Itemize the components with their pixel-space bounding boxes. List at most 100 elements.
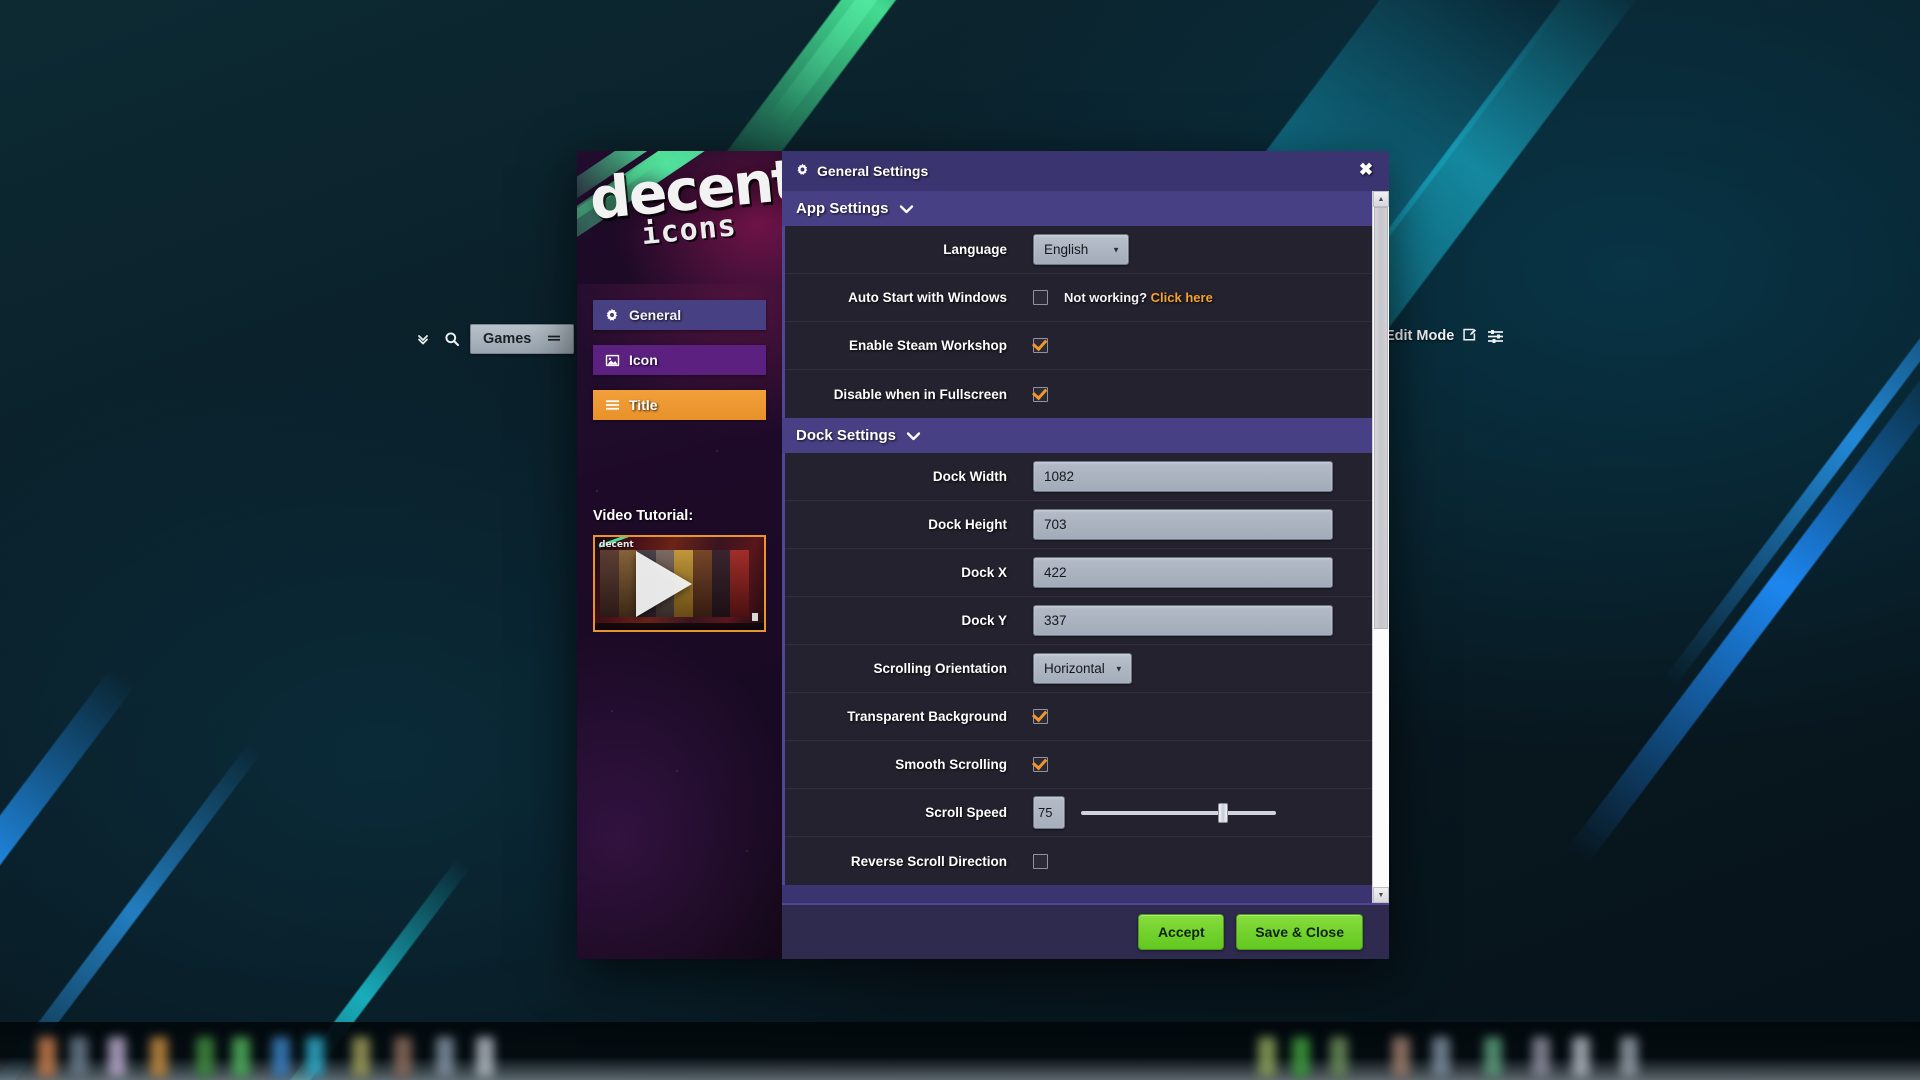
sidebar-nav: General Icon xyxy=(577,284,782,420)
setting-row-disable-fullscreen: Disable when in Fullscreen xyxy=(785,370,1372,418)
setting-control xyxy=(1033,387,1358,402)
setting-control xyxy=(1033,757,1358,772)
edit-pencil-icon xyxy=(1462,327,1477,346)
video-tutorial-section: Video Tutorial: decent xyxy=(593,508,766,632)
play-icon[interactable] xyxy=(636,551,692,617)
section-title: Dock Settings xyxy=(796,427,896,444)
image-icon xyxy=(604,352,620,368)
setting-row-steam-workshop: Enable Steam Workshop xyxy=(785,322,1372,370)
triangle-down-icon[interactable]: ▼ xyxy=(1373,887,1389,903)
chevron-down-icon[interactable] xyxy=(412,325,434,353)
setting-row-dock-x: Dock X xyxy=(785,549,1372,597)
video-thumb-corner-mark xyxy=(752,613,758,621)
setting-label: Reverse Scroll Direction xyxy=(785,854,1033,869)
setting-label: Language xyxy=(785,242,1033,257)
edit-mode-label: Edit Mode xyxy=(1385,328,1454,344)
auto-start-hint-link[interactable]: Click here xyxy=(1151,290,1213,305)
triangle-up-icon[interactable]: ▲ xyxy=(1373,191,1389,207)
sidebar-item-label: Title xyxy=(629,397,658,413)
setting-row-dock-y: Dock Y xyxy=(785,597,1372,645)
settings-scroll-area: App Settings Language Engli xyxy=(782,191,1389,903)
sidebar-item-general[interactable]: General xyxy=(593,300,766,330)
vertical-scrollbar[interactable]: ▲ ▼ xyxy=(1372,191,1389,903)
os-taskbar[interactable] xyxy=(0,1022,1920,1080)
slider-track xyxy=(1081,811,1276,815)
setting-label: Dock Y xyxy=(785,613,1033,628)
gear-icon xyxy=(796,163,809,179)
edit-mode-button[interactable]: Edit Mode xyxy=(1385,327,1477,346)
section-header-app-settings[interactable]: App Settings xyxy=(782,191,1372,226)
chevron-down-icon xyxy=(906,431,921,441)
search-icon[interactable] xyxy=(440,325,464,353)
dock-filter-dropdown[interactable]: Games xyxy=(470,324,574,354)
setting-control xyxy=(1033,796,1358,829)
chevron-down-icon xyxy=(899,204,914,214)
section-header-dock-settings[interactable]: Dock Settings xyxy=(782,418,1372,453)
setting-label: Auto Start with Windows xyxy=(785,290,1033,305)
video-tutorial-label: Video Tutorial: xyxy=(593,508,766,524)
setting-control xyxy=(1033,338,1358,353)
video-thumb-taskbar xyxy=(595,623,764,630)
enable-steam-workshop-checkbox[interactable] xyxy=(1033,338,1048,353)
scrolling-orientation-select[interactable]: Horizontal xyxy=(1033,653,1132,684)
scroll-speed-input[interactable] xyxy=(1033,796,1065,829)
reverse-scroll-direction-checkbox[interactable] xyxy=(1033,854,1048,869)
save-and-close-button[interactable]: Save & Close xyxy=(1236,914,1363,950)
setting-row-dock-width: Dock Width xyxy=(785,453,1372,501)
auto-start-hint-text: Not working? xyxy=(1064,290,1147,305)
gear-icon xyxy=(604,307,620,323)
setting-row-dock-height: Dock Height xyxy=(785,501,1372,549)
settings-titlebar: General Settings xyxy=(782,151,1389,191)
setting-control xyxy=(1033,709,1358,724)
settings-window: decent icons General xyxy=(577,151,1389,959)
setting-label: Dock X xyxy=(785,565,1033,580)
sidebar-item-label: Icon xyxy=(629,352,658,368)
section-body-dock-settings: Dock Width Dock Height D xyxy=(782,453,1372,885)
scroll-speed-slider[interactable] xyxy=(1081,803,1276,823)
language-select[interactable]: English xyxy=(1033,234,1129,265)
settings-main-panel: General Settings ✖ App Settings xyxy=(782,151,1389,959)
page-title: General Settings xyxy=(817,163,928,179)
close-icon[interactable]: ✖ xyxy=(1355,159,1377,181)
dock-x-input[interactable] xyxy=(1033,557,1333,588)
sidebar-item-title[interactable]: Title xyxy=(593,390,766,420)
setting-row-auto-start: Auto Start with Windows Not working? Cli… xyxy=(785,274,1372,322)
sidebar-item-icon[interactable]: Icon xyxy=(593,345,766,375)
setting-row-smooth-scrolling: Smooth Scrolling xyxy=(785,741,1372,789)
wallpaper-streak-blue xyxy=(0,667,135,1080)
section-title: App Settings xyxy=(796,200,889,217)
video-tutorial-thumbnail[interactable]: decent xyxy=(593,535,766,632)
setting-control xyxy=(1033,854,1358,869)
app-logo-panel: decent icons xyxy=(577,151,782,284)
scrollbar-thumb[interactable] xyxy=(1374,207,1388,629)
setting-label: Enable Steam Workshop xyxy=(785,338,1033,353)
setting-control: English xyxy=(1033,234,1358,265)
setting-row-transparent-background: Transparent Background xyxy=(785,693,1372,741)
dock-y-input[interactable] xyxy=(1033,605,1333,636)
language-select-value: English xyxy=(1044,242,1088,257)
setting-row-scroll-speed: Scroll Speed xyxy=(785,789,1372,837)
auto-start-hint: Not working? Click here xyxy=(1064,290,1213,305)
smooth-scrolling-checkbox[interactable] xyxy=(1033,757,1048,772)
sliders-icon[interactable] xyxy=(1483,324,1507,348)
disable-when-in-fullscreen-checkbox[interactable] xyxy=(1033,387,1048,402)
setting-label: Scrolling Orientation xyxy=(785,661,1033,676)
setting-label: Dock Width xyxy=(785,469,1033,484)
dock-height-input[interactable] xyxy=(1033,509,1333,540)
dock-toolbar-right: Edit Mode xyxy=(1385,324,1507,348)
setting-label: Scroll Speed xyxy=(785,805,1033,820)
setting-row-language: Language English xyxy=(785,226,1372,274)
auto-start-checkbox[interactable] xyxy=(1033,290,1048,305)
setting-label: Disable when in Fullscreen xyxy=(785,387,1033,402)
accept-button[interactable]: Accept xyxy=(1138,914,1224,950)
slider-thumb[interactable] xyxy=(1218,803,1228,823)
dock-width-input[interactable] xyxy=(1033,461,1333,492)
app-logo-sub-text: icons xyxy=(640,202,782,252)
setting-control xyxy=(1033,509,1358,540)
setting-control xyxy=(1033,605,1358,636)
hamburger-icon xyxy=(547,331,561,347)
transparent-background-checkbox[interactable] xyxy=(1033,709,1048,724)
setting-label: Transparent Background xyxy=(785,709,1033,724)
section-body-app-settings: Language English Auto Start with Windows xyxy=(782,226,1372,418)
scrollbar-track[interactable] xyxy=(1373,207,1389,887)
